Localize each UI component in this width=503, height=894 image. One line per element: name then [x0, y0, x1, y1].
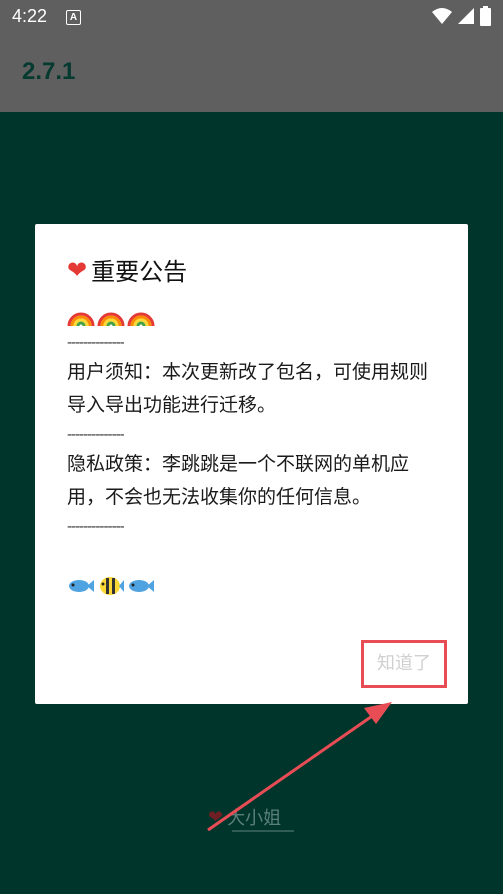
user-notice-text: 用户须知：本次更新改了包名，可使用规则导入导出功能进行迁移。 — [67, 361, 429, 416]
battery-icon — [480, 6, 491, 30]
bottom-user-label[interactable]: ❤ 大小姐 — [208, 804, 281, 830]
app-version-title: 2.7.1 — [22, 58, 76, 85]
bottom-underline — [232, 830, 294, 832]
rainbow-icon — [97, 312, 125, 326]
app-bar: 2.7.1 — [0, 34, 503, 112]
acknowledge-button[interactable]: 知道了 — [361, 640, 447, 688]
tropical-fish-icon — [100, 577, 124, 595]
status-icons — [432, 6, 491, 30]
rainbow-icon — [67, 312, 95, 326]
rainbow-icon — [127, 312, 155, 326]
dialog-title-text: 重要公告 — [91, 258, 188, 286]
dialog-title: ❤ 重要公告 — [67, 252, 187, 287]
dialog-body: -------------- 用户须知：本次更新改了包名，可使用规则导入导出功能… — [67, 298, 439, 602]
user-name: 大小姐 — [227, 808, 282, 829]
fish-icon — [129, 580, 154, 592]
divider-2: -------------- — [67, 427, 125, 443]
divider-3: -------------- — [67, 519, 125, 535]
signal-icon — [458, 7, 474, 29]
divider-1: -------------- — [67, 335, 125, 351]
fish-row — [67, 570, 439, 602]
announcement-dialog: ❤ 重要公告 -------------- 用户须知：本次更新改了包名，可使用规… — [35, 224, 468, 704]
privacy-policy-text: 隐私政策：李跳跳是一个不联网的单机应用，不会也无法收集你的任何信息。 — [67, 453, 410, 508]
rainbow-row — [67, 298, 439, 330]
dark-heart-icon: ❤ — [208, 806, 224, 828]
red-heart-icon: ❤ — [67, 255, 88, 284]
status-bar: 4:22 A — [0, 0, 503, 34]
status-time: 4:22 — [12, 6, 48, 26]
notification-icon: A — [66, 10, 81, 25]
wifi-icon — [432, 7, 452, 29]
fish-icon — [69, 580, 94, 592]
